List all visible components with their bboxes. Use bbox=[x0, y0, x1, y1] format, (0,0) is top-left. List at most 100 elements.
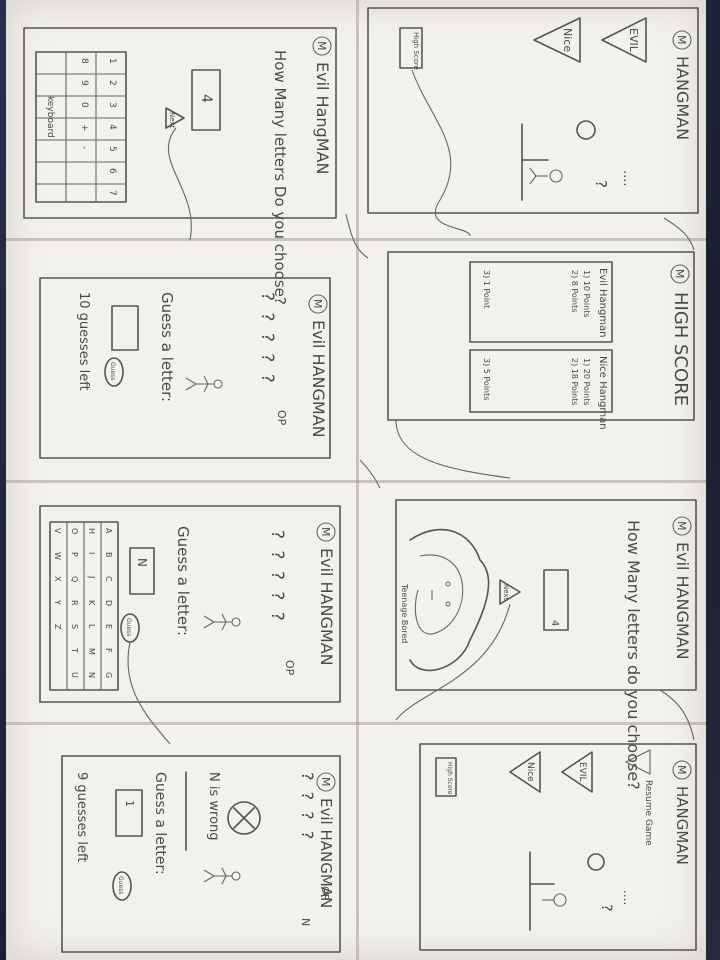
flow-arrow bbox=[663, 217, 695, 251]
word-blanks: ? ? ? ? ? bbox=[267, 530, 287, 624]
key-i[interactable]: I bbox=[87, 552, 96, 554]
key-h[interactable]: H bbox=[87, 528, 96, 534]
key-p[interactable]: P bbox=[70, 552, 79, 557]
key-o[interactable]: O bbox=[70, 528, 79, 534]
key-g[interactable]: G bbox=[104, 672, 113, 678]
evil-button-label: EVIL bbox=[577, 762, 587, 782]
evil-score-2: 2) 8 Points bbox=[570, 270, 579, 312]
coin-icon bbox=[587, 853, 605, 871]
mystery-mark: ? bbox=[598, 904, 614, 911]
wrong-x-icon bbox=[227, 801, 261, 835]
screen-title: HANGMAN bbox=[673, 786, 691, 865]
key-0[interactable]: 0 bbox=[79, 102, 89, 108]
key-c[interactable]: C bbox=[104, 576, 113, 582]
key-e[interactable]: E bbox=[104, 624, 113, 629]
key-k[interactable]: K bbox=[87, 600, 96, 606]
guess-input[interactable] bbox=[129, 547, 155, 595]
flow-arrow bbox=[167, 127, 192, 241]
nice-score-3: 3) 5 Points bbox=[482, 358, 491, 400]
letter-count-value: 4 bbox=[198, 94, 214, 103]
nice-mode-button[interactable]: Nice bbox=[509, 751, 541, 793]
key-b[interactable]: B bbox=[104, 552, 113, 558]
key-u[interactable]: U bbox=[70, 672, 79, 678]
logo-letter: M bbox=[673, 269, 686, 279]
guess-button[interactable]: Guess bbox=[104, 357, 124, 387]
highscore-button-label: High Score bbox=[412, 32, 420, 70]
screen-title: Evil HANGMAN bbox=[673, 542, 692, 660]
key-w[interactable]: W bbox=[53, 552, 62, 560]
next-button-label: Next bbox=[168, 112, 176, 129]
guess-button[interactable]: Guess bbox=[112, 871, 132, 901]
key-3[interactable]: 3 bbox=[107, 102, 117, 108]
key-j[interactable]: J bbox=[87, 575, 96, 578]
key-y[interactable]: Y bbox=[53, 599, 62, 605]
key-6[interactable]: 6 bbox=[107, 168, 117, 174]
screen-title: HIGH SCORE bbox=[670, 292, 691, 406]
key-s[interactable]: S bbox=[70, 624, 79, 629]
key-minus[interactable]: - bbox=[79, 146, 89, 149]
guess-button-label: Guess bbox=[109, 362, 116, 380]
op-label: OP bbox=[319, 886, 330, 900]
next-button[interactable]: Next bbox=[165, 107, 185, 129]
word-blanks: ? ? ? ? bbox=[298, 772, 317, 842]
evil-mode-button[interactable]: EVIL bbox=[601, 17, 647, 63]
key-v[interactable]: V bbox=[53, 528, 62, 534]
evil-score-3: 3) 1 Point bbox=[482, 270, 491, 308]
next-button[interactable]: Next bbox=[499, 579, 521, 605]
nice-scores-header: Nice Hangman bbox=[597, 356, 608, 430]
guess-input[interactable] bbox=[111, 305, 139, 351]
key-1[interactable]: 1 bbox=[107, 58, 117, 64]
phone-frame bbox=[419, 743, 697, 951]
key-4[interactable]: 4 bbox=[107, 124, 117, 130]
key-8[interactable]: 8 bbox=[79, 58, 89, 64]
key-q[interactable]: Q bbox=[70, 576, 79, 582]
evil-mode-button[interactable]: EVIL bbox=[561, 751, 593, 793]
hangman-figure-icon bbox=[185, 375, 223, 393]
key-t[interactable]: T bbox=[70, 647, 79, 653]
highscore-button[interactable]: High Score bbox=[399, 27, 423, 70]
key-f[interactable]: F bbox=[104, 648, 113, 653]
frame-game-start: M Evil HANGMAN ? ? ? ? ? OP Guess a lett… bbox=[39, 277, 331, 459]
phone-frame bbox=[387, 251, 695, 421]
guess-input[interactable] bbox=[115, 789, 143, 837]
guess-button-label: Guess bbox=[125, 618, 132, 636]
sketch-canvas: M Evil HangMAN How Many letters Do you c… bbox=[23, 7, 699, 953]
screen-title: Evil HANGMAN bbox=[309, 320, 328, 438]
key-9[interactable]: 9 bbox=[79, 80, 89, 86]
guess-button[interactable]: Guess bbox=[120, 613, 140, 643]
key-7[interactable]: 7 bbox=[107, 190, 117, 196]
screen-title: Evil HANGMAN bbox=[317, 548, 336, 666]
hangman-figure-icon bbox=[203, 867, 241, 885]
key-5[interactable]: 5 bbox=[107, 146, 117, 152]
logo-letter: M bbox=[311, 299, 324, 309]
frame-game-letters: M Evil HANGMAN ? ? ? ? ? O P Guess a lett… bbox=[39, 505, 341, 745]
key-n[interactable]: N bbox=[87, 672, 96, 678]
guess-button-label: Guess bbox=[117, 876, 124, 894]
guesses-left: 10 guesses left bbox=[76, 292, 91, 391]
key-r[interactable]: R bbox=[70, 600, 79, 606]
resume-button-label: Resume Game bbox=[643, 780, 653, 846]
key-a[interactable]: A bbox=[104, 528, 113, 534]
key-m[interactable]: M bbox=[87, 648, 96, 655]
key-x[interactable]: X bbox=[53, 576, 62, 582]
image-caption: Teenage Bored bbox=[400, 583, 409, 643]
word-blanks: ? ? ? ? ? bbox=[257, 292, 277, 386]
frame-wrong-guess: M Evil HANGMAN ? ? ? ? OP N N is wrong G… bbox=[61, 755, 341, 953]
guesses-left: 9 guesses left bbox=[74, 772, 89, 862]
flow-arrow bbox=[395, 419, 511, 479]
next-button-label: Next bbox=[502, 584, 510, 601]
mystery-mark: ? bbox=[592, 180, 610, 188]
guess-input-value: 1 bbox=[123, 800, 136, 807]
frame-choose-letters-keyboard: M Evil HangMAN How Many letters Do you c… bbox=[23, 27, 337, 305]
logo-letter: M bbox=[675, 765, 688, 775]
key-z[interactable]: Z bbox=[53, 624, 62, 630]
guess-prompt: Guess a letter: bbox=[174, 526, 192, 636]
nice-button-label: Nice bbox=[561, 28, 574, 52]
key-d[interactable]: D bbox=[104, 600, 113, 606]
key-l[interactable]: L bbox=[87, 624, 96, 629]
highscore-button[interactable]: High Score bbox=[435, 757, 457, 797]
key-plus[interactable]: + bbox=[79, 124, 89, 132]
nice-button-label: Nice bbox=[525, 762, 535, 782]
key-2[interactable]: 2 bbox=[107, 80, 117, 86]
nice-mode-button[interactable]: Nice bbox=[533, 17, 581, 63]
